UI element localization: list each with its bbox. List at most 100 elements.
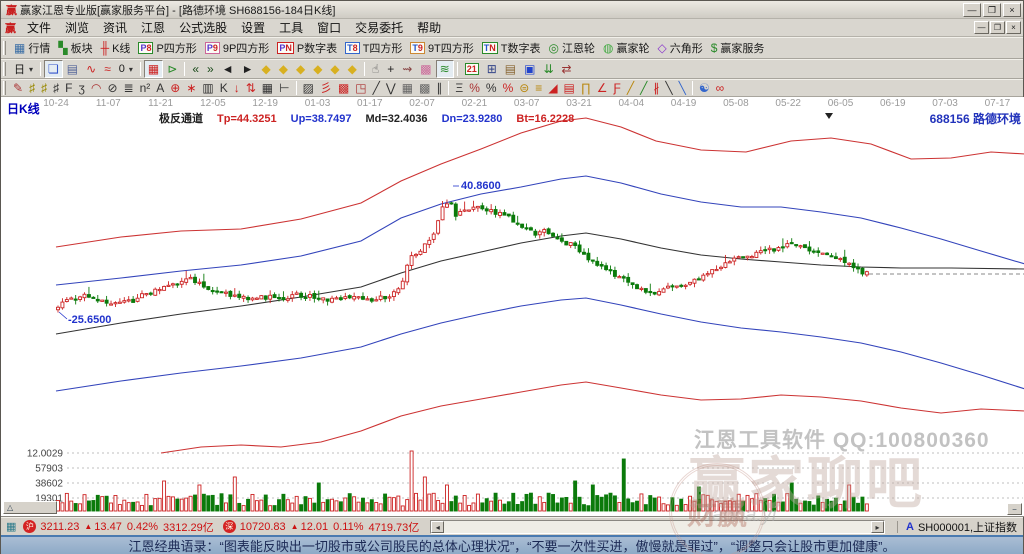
scroll-left-button[interactable]: ◂ — [431, 520, 445, 533]
9t-square-button[interactable]: T9 9T四方形 — [406, 39, 477, 57]
n-square-tool[interactable]: n² — [137, 81, 154, 96]
mdi-minimize-button[interactable]: — — [974, 21, 989, 34]
diamond-expand-right-button[interactable]: ◆ — [309, 60, 326, 78]
diamond-zoom-out-button[interactable]: ◆ — [257, 60, 274, 78]
main-chart-window-button[interactable]: ❏ — [44, 60, 63, 78]
infinity-button[interactable]: ∞ — [713, 81, 728, 96]
kline-chart-pane[interactable]: 12.0029 57903 38602 19301 40.8600 -25.6500 10… — [1, 97, 1024, 517]
golden-section-tool[interactable]: ≡ — [532, 81, 545, 96]
toolbar-grip[interactable] — [3, 81, 6, 95]
menu-item-3[interactable]: 资讯 — [96, 20, 134, 36]
crosshair-button[interactable]: + — [383, 60, 398, 78]
menu-item-5[interactable]: 公式选股 — [172, 20, 234, 36]
market-quotes-button[interactable]: ▦ 行情 — [10, 39, 54, 57]
brush-tool[interactable]: ✎ — [10, 81, 26, 96]
trend-chart-button[interactable]: ≈ — [100, 60, 115, 78]
retrace-percent-tool[interactable]: % — [466, 81, 483, 96]
taiji-button[interactable]: ☯ — [696, 81, 713, 96]
info-panel-button[interactable]: ▤ — [63, 60, 82, 78]
set-square-tool[interactable]: ◢ — [545, 81, 560, 96]
maximize-button[interactable]: ❐ — [983, 2, 1001, 17]
diamond-zoom-in-button[interactable]: ◆ — [275, 60, 292, 78]
last-page-button[interactable]: » — [203, 60, 218, 78]
pane-expand-button[interactable]: △ — [3, 501, 57, 514]
drag-hand-button[interactable]: ☝ — [368, 60, 383, 78]
parallel-lines-tool[interactable]: ∥ — [433, 81, 445, 96]
fibonacci-f-tool[interactable]: F — [62, 81, 75, 96]
zigzag-tool[interactable]: ⋁ — [383, 81, 399, 96]
dark-diagonal-tool[interactable]: ╲ — [662, 81, 675, 96]
grid-box-tool[interactable]: ▦ — [259, 81, 276, 96]
calendar-button[interactable]: 21 — [461, 60, 483, 78]
gann-line-tool[interactable]: ♯ — [26, 81, 38, 96]
fan-line-tool[interactable]: Ƒ — [611, 81, 624, 96]
menu-item-8[interactable]: 窗口 — [310, 20, 348, 36]
menu-item-2[interactable]: 浏览 — [58, 20, 96, 36]
gann-wheel-button[interactable]: ◎ 江恩轮 — [545, 39, 599, 57]
magnifier-button[interactable]: ▩ — [416, 60, 435, 78]
gann-grid2-tool[interactable]: ♯ — [50, 81, 62, 96]
pointer-tool-button[interactable]: ⇝ — [398, 60, 416, 78]
calculator-button[interactable]: ⊞ — [483, 60, 501, 78]
diamond-restore-button[interactable]: ◆ — [344, 60, 361, 78]
mini-quote-icon[interactable]: ▦ — [6, 520, 16, 533]
box-diagonal-tool[interactable]: ▨ — [300, 81, 317, 96]
green-diagonal-tool[interactable]: ╱ — [637, 81, 650, 96]
k-mark-tool[interactable]: K — [217, 81, 231, 96]
scroll-right-button[interactable]: ▸ — [871, 520, 884, 533]
trend-line-tool[interactable]: ╱ — [370, 81, 383, 96]
menu-item-1[interactable]: 文件 — [20, 20, 58, 36]
ratio-ruler-tool[interactable]: Ξ — [452, 81, 466, 96]
line-style-button[interactable]: ≋ — [435, 60, 454, 78]
first-page-button[interactable]: « — [188, 60, 203, 78]
gann-grid-tool[interactable]: ♯ — [38, 81, 50, 96]
speed-line-tool[interactable]: ∠ — [594, 81, 611, 96]
golden-diagonal-tool[interactable]: ╱ — [624, 81, 637, 96]
kline-chart-svg[interactable]: 12.002957903386021930140.8600-25.6500 — [1, 97, 1024, 517]
next-kline-button[interactable]: ► — [238, 60, 258, 78]
hexagon-button[interactable]: ◇ 六角形 — [653, 39, 706, 57]
prev-kline-button[interactable]: ◄ — [218, 60, 238, 78]
fine-grid-tool[interactable]: ▦ — [399, 81, 416, 96]
menu-item-7[interactable]: 工具 — [272, 20, 310, 36]
golden-gate-tool[interactable]: ∏ — [578, 81, 594, 96]
menu-item-10[interactable]: 帮助 — [410, 20, 448, 36]
star-burst-tool[interactable]: ∗ — [183, 81, 199, 96]
price-table-tool[interactable]: ▤ — [561, 81, 578, 96]
t-digit-table-button[interactable]: TN T数字表 — [478, 39, 545, 57]
sectors-button[interactable]: ▚ 板块 — [54, 39, 96, 57]
blue-diagonal-tool[interactable]: ╲ — [676, 81, 689, 96]
percent-tool[interactable]: % — [483, 81, 500, 96]
flag-mark-button[interactable]: ⊳ — [163, 60, 181, 78]
toolbar-grip[interactable] — [3, 62, 6, 76]
cycle-circle-tool[interactable]: ⊘ — [104, 81, 120, 96]
data-download-button[interactable]: ⇊ — [539, 60, 557, 78]
p-digit-table-button[interactable]: PN P数字表 — [273, 39, 341, 57]
data-transfer-button[interactable]: ⇄ — [558, 60, 576, 78]
menu-item-9[interactable]: 交易委托 — [348, 20, 410, 36]
golden-circle-tool[interactable]: ⊜ — [516, 81, 532, 96]
menu-item-6[interactable]: 设置 — [234, 20, 272, 36]
9p-square-button[interactable]: P9 9P四方形 — [201, 39, 274, 57]
chart-box-tool[interactable]: ▥ — [199, 81, 216, 96]
spiral-tool[interactable]: ʒ — [75, 81, 88, 96]
period-selector[interactable]: 日 ▾ — [10, 60, 37, 78]
protractor-tool[interactable]: ◠ — [88, 81, 104, 96]
close-button[interactable]: × — [1003, 2, 1021, 17]
menu-item-4[interactable]: 江恩 — [134, 20, 172, 36]
span-ruler-tool[interactable]: ⊢ — [276, 81, 292, 96]
angle-tool[interactable]: A — [153, 81, 167, 96]
double-diagonal-tool[interactable]: ∦ — [650, 81, 662, 96]
p-square-button[interactable]: P8 P四方形 — [134, 39, 200, 57]
kline-button[interactable]: ╫ K线 — [97, 39, 135, 57]
diamond-compress-button[interactable]: ◆ — [326, 60, 343, 78]
hatch-box-tool[interactable]: ▩ — [335, 81, 352, 96]
arrow-mark-tool[interactable]: ↓ — [231, 81, 243, 96]
mdi-close-button[interactable]: × — [1006, 21, 1021, 34]
ray-fan-tool[interactable]: 彡 — [317, 81, 335, 96]
winner-wheel-button[interactable]: ◍ 赢家轮 — [599, 39, 653, 57]
notebook-button[interactable]: ▤ — [501, 60, 520, 78]
corner-box-tool[interactable]: ◳ — [352, 81, 369, 96]
save-button[interactable]: ▣ — [520, 60, 539, 78]
net-grid-tool[interactable]: ▩ — [416, 81, 433, 96]
